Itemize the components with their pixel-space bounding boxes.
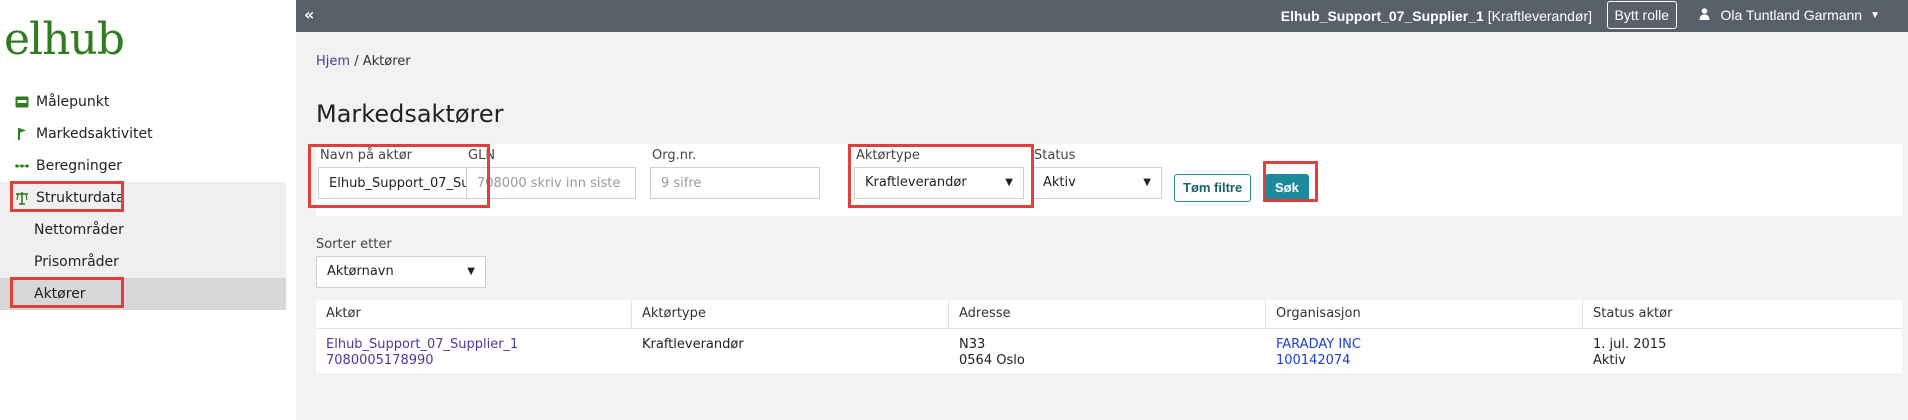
sidebar-item-label: Markedsaktivitet <box>36 126 153 142</box>
sidebar-item-malepunkt[interactable]: Målepunkt <box>0 86 286 118</box>
chevron-down-icon: ▼ <box>1005 177 1013 188</box>
sort-value: Aktørnavn <box>327 264 394 279</box>
actor-type-select[interactable]: Kraftleverandør ▼ <box>854 167 1024 199</box>
breadcrumb: Hjem / Aktører <box>316 54 411 69</box>
filter-name: Navn på aktør <box>318 144 488 199</box>
cell-address: N33 0564 Oslo <box>949 329 1266 373</box>
main-content: Hjem / Aktører Markedsaktører Navn på ak… <box>296 32 1908 420</box>
active-actor-role: [Kraftleverandør] <box>1487 8 1592 24</box>
table-header: Aktør Aktørtype Adresse Organisasjon Sta… <box>316 300 1902 329</box>
actor-type-value: Kraftleverandør <box>865 175 967 190</box>
sidebar: elhub Målepunkt Markedsaktivitet Beregni… <box>0 0 296 420</box>
filter-status-label: Status <box>1034 148 1076 163</box>
chevron-down-icon: ▼ <box>467 266 475 277</box>
sort-label: Sorter etter <box>316 237 392 252</box>
column-header-organization[interactable]: Organisasjon <box>1266 300 1583 328</box>
sidebar-item-beregninger[interactable]: Beregninger <box>0 150 286 182</box>
calculation-icon <box>14 158 30 174</box>
filter-actor-type: Aktørtype Kraftleverandør ▼ <box>854 144 1024 199</box>
filter-gln-label: GLN <box>468 148 496 163</box>
active-actor: Elhub_Support_07_Supplier_1 [Kraftlevera… <box>1281 8 1592 24</box>
cell-actor-type: Kraftleverandør <box>642 337 744 352</box>
chevron-down-icon: ▼ <box>1143 177 1151 188</box>
meter-icon <box>14 94 30 110</box>
filter-actor-type-label: Aktørtype <box>856 148 920 163</box>
cell-status: 1. jul. 2015 Aktiv <box>1583 329 1902 373</box>
org-number-link[interactable]: 100142074 <box>1276 353 1583 369</box>
breadcrumb-current: Aktører <box>362 54 411 69</box>
org-number-input[interactable] <box>650 167 820 199</box>
sidebar-group-strukturdata: Strukturdata Nettområder Prisområder Akt… <box>0 182 286 310</box>
sort-select[interactable]: Aktørnavn ▼ <box>316 256 486 288</box>
address-line-2: 0564 Oslo <box>959 353 1025 368</box>
cell-actor: Elhub_Support_07_Supplier_1 708000517899… <box>316 329 632 373</box>
status-value: Aktiv <box>1043 175 1076 190</box>
flag-icon <box>14 126 30 142</box>
breadcrumb-separator: / <box>354 54 359 69</box>
user-menu[interactable]: Ola Tuntland Garmann ▼ <box>1699 7 1880 23</box>
filter-name-label: Navn på aktør <box>320 148 412 163</box>
actor-name-input[interactable] <box>318 167 488 199</box>
sidebar-subitem-aktorer[interactable]: Aktører <box>0 278 286 310</box>
filter-status: Status Aktiv ▼ <box>1032 144 1162 199</box>
user-icon <box>1699 7 1710 23</box>
status-date: 1. jul. 2015 <box>1593 337 1667 352</box>
active-actor-name: Elhub_Support_07_Supplier_1 <box>1280 8 1484 24</box>
actor-gln-link[interactable]: 7080005178990 <box>326 353 632 369</box>
cell-organization: FARADAY INC 100142074 <box>1266 329 1583 373</box>
sidebar-item-label: Prisområder <box>34 254 119 270</box>
column-header-address[interactable]: Adresse <box>949 300 1266 328</box>
sidebar-subitem-prisomrader[interactable]: Prisområder <box>0 246 286 278</box>
filter-gln: GLN <box>466 144 636 199</box>
switch-role-button[interactable]: Bytt rolle <box>1606 1 1677 29</box>
filter-panel: Navn på aktør GLN Org.nr. Aktørtype Kraf… <box>316 144 1902 216</box>
status-select[interactable]: Aktiv ▼ <box>1032 167 1162 199</box>
status-text: Aktiv <box>1593 353 1626 368</box>
sidebar-item-strukturdata[interactable]: Strukturdata <box>0 182 286 214</box>
actor-name-link[interactable]: Elhub_Support_07_Supplier_1 <box>326 337 632 353</box>
filter-org: Org.nr. <box>650 144 820 199</box>
sidebar-nav: Målepunkt Markedsaktivitet Beregninger S… <box>0 86 286 310</box>
collapse-sidebar-icon[interactable]: « <box>304 5 314 24</box>
search-button[interactable]: Søk <box>1265 174 1309 202</box>
topbar: « Elhub_Support_07_Supplier_1 [Kraftleve… <box>296 0 1908 32</box>
page-title: Markedsaktører <box>316 100 504 128</box>
filter-org-label: Org.nr. <box>652 148 697 163</box>
sort-control: Sorter etter Aktørnavn ▼ <box>316 237 486 288</box>
org-name-link[interactable]: FARADAY INC <box>1276 337 1583 353</box>
chevron-down-icon: ▼ <box>1870 9 1880 21</box>
sidebar-item-markedsaktivitet[interactable]: Markedsaktivitet <box>0 118 286 150</box>
column-header-actor[interactable]: Aktør <box>316 300 632 328</box>
sidebar-item-label: Nettområder <box>34 222 124 238</box>
table-row: Elhub_Support_07_Supplier_1 708000517899… <box>316 329 1902 373</box>
sidebar-subitem-nettomrader[interactable]: Nettområder <box>0 214 286 246</box>
gln-input[interactable] <box>466 167 636 199</box>
sidebar-item-label: Strukturdata <box>36 190 125 206</box>
sidebar-item-label: Beregninger <box>36 158 123 174</box>
column-header-actor-type[interactable]: Aktørtype <box>632 300 949 328</box>
breadcrumb-home[interactable]: Hjem <box>316 54 350 69</box>
sidebar-item-label: Aktører <box>34 286 86 302</box>
address-line-1: N33 <box>959 337 986 352</box>
column-header-status[interactable]: Status aktør <box>1583 300 1902 328</box>
actors-table: Aktør Aktørtype Adresse Organisasjon Sta… <box>316 300 1902 373</box>
elhub-logo[interactable]: elhub <box>4 14 125 65</box>
clear-filters-button[interactable]: Tøm filtre <box>1174 174 1252 202</box>
sidebar-item-label: Målepunkt <box>36 94 110 110</box>
structure-icon <box>14 190 30 206</box>
user-name: Ola Tuntland Garmann <box>1720 7 1863 23</box>
